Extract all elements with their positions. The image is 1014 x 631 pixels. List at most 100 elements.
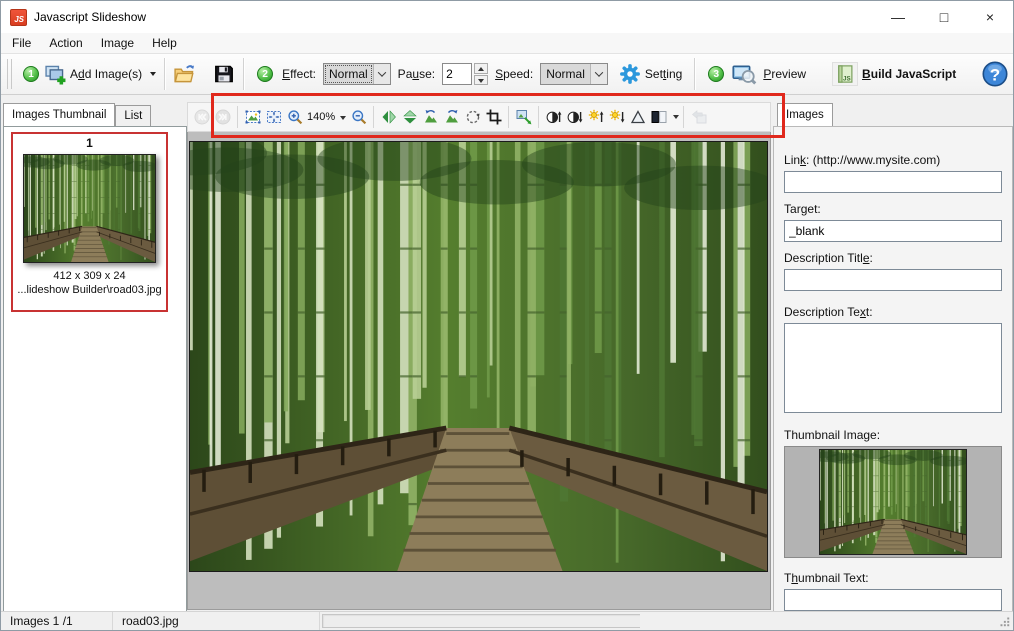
toolbar-grip [7, 59, 12, 89]
open-project-button[interactable] [173, 63, 195, 85]
thumbnail-text-label: Thumbnail Text: [784, 571, 1002, 585]
effect-value: Normal [324, 64, 373, 84]
svg-text:?: ? [990, 66, 1000, 85]
thumbnail-list: 1 412 x 309 x 24 ...lideshow Builder\roa… [3, 126, 187, 612]
brightness-down-button[interactable] [607, 108, 626, 127]
title-bar: JS Javascript Slideshow — □ × [1, 1, 1013, 33]
toolbar-separator [538, 106, 539, 128]
menu-action[interactable]: Action [40, 34, 91, 52]
image-canvas [187, 132, 771, 610]
application-window: JS Javascript Slideshow — □ × File Actio… [0, 0, 1014, 631]
status-image-count: Images 1 /1 [1, 612, 113, 630]
add-images-icon[interactable] [44, 63, 66, 85]
gear-icon[interactable] [619, 63, 641, 85]
main-image[interactable] [189, 141, 768, 572]
app-logo-js-icon: JS [10, 9, 27, 26]
status-bar: Images 1 /1 road03.jpg [1, 611, 1013, 630]
thumbnail-dimensions: 412 x 309 x 24 [13, 269, 166, 283]
minimize-button[interactable]: — [875, 1, 921, 33]
chevron-down-icon[interactable] [340, 116, 346, 120]
speed-dropdown[interactable]: Normal [540, 63, 608, 85]
link-label: Link: (http://www.mysite.com) [784, 153, 1002, 167]
build-javascript-icon[interactable]: JS [832, 62, 858, 86]
toolbar-separator [683, 106, 684, 128]
description-text-input[interactable] [784, 323, 1002, 413]
toolbar-separator [373, 106, 374, 128]
resize-button[interactable] [514, 108, 533, 127]
effect-label: Effect: [282, 67, 316, 81]
previous-image-button[interactable] [192, 108, 211, 127]
next-image-button[interactable] [213, 108, 232, 127]
description-title-input[interactable] [784, 269, 1002, 291]
thumbnail-text-input[interactable] [784, 589, 1002, 611]
chevron-down-icon[interactable] [590, 64, 607, 84]
close-button[interactable]: × [967, 1, 1013, 33]
contrast-down-button[interactable] [565, 108, 584, 127]
tab-images[interactable]: Images [777, 103, 833, 126]
tab-images-thumbnail[interactable]: Images Thumbnail [3, 103, 115, 126]
revert-image-button[interactable] [689, 108, 708, 127]
save-project-button[interactable] [213, 63, 235, 85]
build-javascript-button[interactable]: Build JavaScript [862, 67, 956, 81]
maximize-button[interactable]: □ [921, 1, 967, 33]
setting-button[interactable]: Setting [645, 67, 682, 81]
contrast-up-button[interactable] [544, 108, 563, 127]
effect-dropdown[interactable]: Normal [323, 63, 391, 85]
spin-up-icon[interactable] [474, 63, 488, 74]
rotate-left-button[interactable] [421, 108, 440, 127]
flip-vertical-button[interactable] [400, 108, 419, 127]
thumbnail-filepath: ...lideshow Builder\road03.jpg [13, 283, 166, 297]
image-properties-form: Link: (http://www.mysite.com) Target: De… [773, 126, 1013, 612]
target-input[interactable] [784, 220, 1002, 242]
step-1-badge: 1 [23, 66, 39, 82]
preview-button[interactable]: Preview [763, 67, 806, 81]
speed-value: Normal [541, 64, 590, 84]
left-panel: Images ThumbnailList 1 412 x 309 x 24 ..… [3, 97, 187, 612]
right-panel-tabs: Images [777, 103, 833, 126]
chevron-down-icon[interactable] [373, 64, 390, 84]
brightness-up-button[interactable] [586, 108, 605, 127]
sharpen-button[interactable] [628, 108, 647, 127]
thumbnail-index: 1 [13, 135, 166, 152]
target-label: Target: [784, 202, 1002, 216]
rotate-right-button[interactable] [442, 108, 461, 127]
thumbnail-item[interactable]: 1 412 x 309 x 24 ...lideshow Builder\roa… [11, 132, 168, 312]
pause-input[interactable] [442, 63, 472, 85]
menu-image[interactable]: Image [92, 34, 143, 52]
menu-help[interactable]: Help [143, 34, 186, 52]
main-toolbar: 1 Add Image(s) 2 Effect: Normal Pause: S… [1, 54, 1013, 95]
add-images-dropdown-caret-icon[interactable] [150, 72, 156, 76]
flip-horizontal-button[interactable] [379, 108, 398, 127]
toolbar-separator [694, 58, 695, 90]
fit-image-button[interactable] [243, 108, 262, 127]
help-icon[interactable]: ? [982, 61, 1008, 87]
left-panel-tabs: Images ThumbnailList [3, 103, 187, 126]
link-input[interactable] [784, 171, 1002, 193]
add-images-button[interactable]: Add Image(s) [70, 67, 142, 81]
zoom-in-button[interactable] [285, 108, 304, 127]
menu-bar: File Action Image Help [1, 33, 1013, 54]
color-adjust-dropdown-caret-icon[interactable] [673, 115, 679, 119]
toolbar-separator [164, 58, 165, 90]
window-title: Javascript Slideshow [34, 10, 146, 24]
image-edit-toolbar: 140% [187, 102, 771, 132]
thumbnail-image[interactable] [23, 154, 156, 263]
color-adjust-button[interactable] [649, 108, 668, 127]
tab-list[interactable]: List [115, 105, 151, 126]
zoom-out-button[interactable] [349, 108, 368, 127]
right-panel: Images Link: (http://www.mysite.com) Tar… [773, 97, 1013, 612]
toolbar-separator [243, 58, 244, 90]
crop-button[interactable] [484, 108, 503, 127]
speed-label: Speed: [495, 67, 533, 81]
spin-down-icon[interactable] [474, 75, 488, 86]
step-2-badge: 2 [257, 66, 273, 82]
preview-icon[interactable] [729, 62, 759, 86]
free-rotate-button[interactable] [463, 108, 482, 127]
window-controls: — □ × [875, 1, 1013, 33]
menu-file[interactable]: File [3, 34, 40, 52]
thumbnail-preview-box [784, 446, 1002, 558]
fit-window-button[interactable] [264, 108, 283, 127]
resize-grip[interactable] [999, 616, 1011, 628]
svg-text:JS: JS [843, 76, 851, 83]
zoom-level-dropdown[interactable]: 140% [307, 111, 346, 123]
